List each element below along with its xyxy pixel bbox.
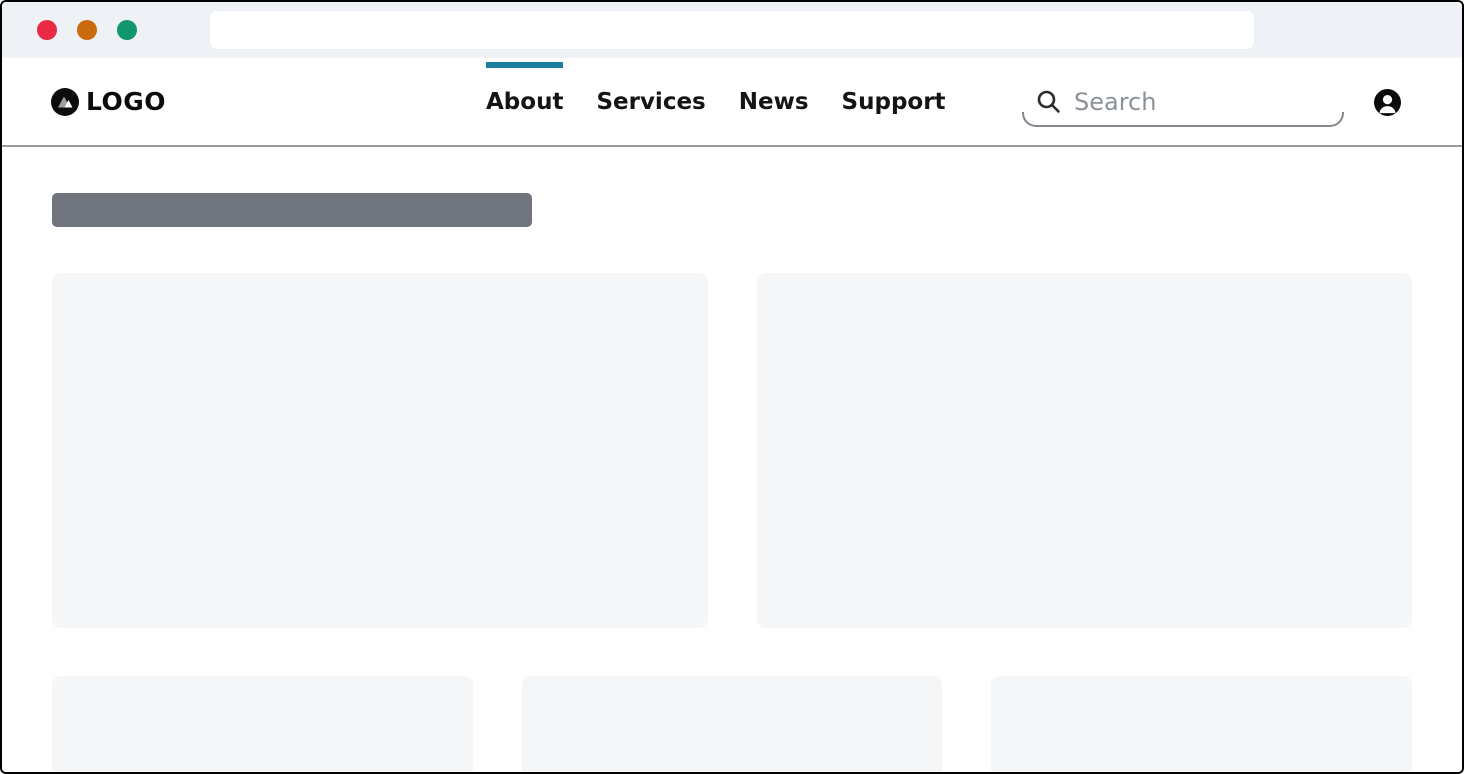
content-card-placeholder [991, 676, 1412, 774]
heading-placeholder-bar [52, 193, 532, 227]
window-controls [37, 20, 137, 40]
close-window-button[interactable] [37, 20, 57, 40]
page-content [2, 147, 1462, 772]
nav-item-about[interactable]: About [486, 58, 563, 145]
content-card-placeholder [52, 676, 473, 774]
large-card-row [52, 273, 1412, 628]
search-box [1022, 86, 1344, 127]
user-avatar-icon[interactable] [1374, 89, 1401, 116]
maximize-window-button[interactable] [117, 20, 137, 40]
browser-chrome-bar [2, 2, 1462, 58]
nav-item-label: News [739, 89, 809, 115]
search-underline [1022, 112, 1344, 127]
url-bar[interactable] [210, 11, 1254, 49]
content-card-placeholder [52, 273, 708, 628]
logo-text: LOGO [86, 87, 166, 116]
logo-mountain-icon [51, 88, 79, 116]
nav-item-label: About [486, 89, 563, 115]
nav-item-services[interactable]: Services [596, 58, 705, 145]
main-nav: About Services News Support [486, 58, 946, 145]
site-header: LOGO About Services News Support [2, 58, 1462, 147]
nav-item-label: Services [596, 89, 705, 115]
content-card-placeholder [757, 273, 1413, 628]
nav-item-support[interactable]: Support [842, 58, 946, 145]
logo[interactable]: LOGO [51, 87, 166, 116]
small-card-row [52, 676, 1412, 774]
minimize-window-button[interactable] [77, 20, 97, 40]
nav-item-news[interactable]: News [739, 58, 809, 145]
browser-window: LOGO About Services News Support [0, 0, 1464, 774]
content-card-placeholder [522, 676, 943, 774]
nav-item-label: Support [842, 89, 946, 115]
active-tab-indicator [486, 62, 563, 68]
